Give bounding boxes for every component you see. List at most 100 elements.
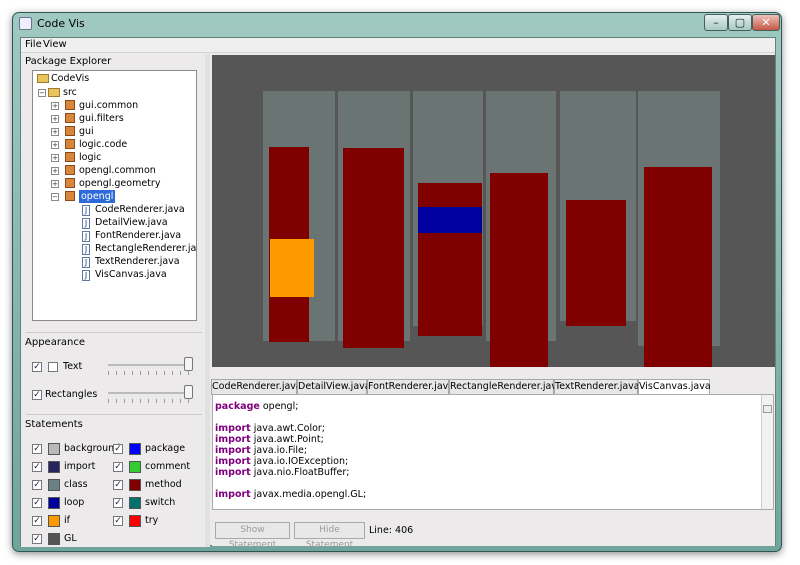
package-icon: [65, 113, 75, 123]
tree-package[interactable]: opengl.geometry: [79, 177, 160, 190]
tab-detailview[interactable]: DetailView.java: [297, 379, 371, 395]
tree-project[interactable]: CodeVis: [51, 72, 89, 85]
comment-checkbox[interactable]: ✓: [113, 462, 123, 472]
tree-package[interactable]: gui.filters: [79, 112, 124, 125]
gl-color-swatch[interactable]: [48, 533, 60, 545]
package-icon: [65, 178, 75, 188]
java-file-icon: J: [82, 270, 90, 281]
minimize-button[interactable]: –: [704, 14, 728, 31]
tree-file[interactable]: VisCanvas.java: [95, 268, 167, 281]
statement-package-label: package: [145, 443, 186, 454]
package-icon: [65, 126, 75, 136]
rectangles-visible-checkbox[interactable]: ✓: [32, 390, 42, 400]
switch-checkbox[interactable]: ✓: [113, 498, 123, 508]
tree-file[interactable]: FontRenderer.java: [95, 229, 181, 242]
rectangles-opacity-slider[interactable]: [108, 385, 194, 403]
if-block[interactable]: [270, 239, 314, 297]
method-block[interactable]: [343, 148, 404, 348]
method-checkbox[interactable]: ✓: [113, 480, 123, 490]
package-tree[interactable]: CodeVis − src + gui.common + gui.filters +…: [32, 70, 197, 321]
loop-checkbox[interactable]: ✓: [32, 498, 42, 508]
gl-checkbox[interactable]: ✓: [32, 534, 42, 544]
maximize-button[interactable]: ▢: [728, 14, 752, 31]
hide-statement-button[interactable]: Hide Statement: [294, 522, 365, 550]
source-folder-icon: [48, 88, 60, 97]
tab-coderenderer[interactable]: CodeRenderer.java: [211, 379, 302, 395]
expand-icon[interactable]: +: [51, 180, 59, 188]
vertical-splitter[interactable]: [205, 54, 210, 547]
java-file-icon: J: [82, 244, 90, 255]
window-title: Code Vis: [37, 17, 85, 30]
text-opacity-slider[interactable]: [108, 357, 194, 375]
collapse-icon[interactable]: −: [51, 193, 59, 201]
if-color-swatch[interactable]: [48, 515, 60, 527]
vertical-scrollbar[interactable]: [761, 395, 773, 509]
method-block[interactable]: [644, 167, 712, 367]
divider: [26, 414, 202, 415]
tab-rectanglerenderer[interactable]: RectangleRenderer.java: [449, 379, 563, 395]
application-window: Code Vis – ▢ ✕ File View Package Explore…: [12, 12, 782, 552]
tree-package[interactable]: logic.code: [79, 138, 127, 151]
comment-color-swatch[interactable]: [129, 461, 141, 473]
text-label: Text: [63, 361, 83, 372]
tree-package[interactable]: logic: [79, 151, 101, 164]
tree-file[interactable]: DetailView.java: [95, 216, 168, 229]
tree-file[interactable]: TextRenderer.java: [95, 255, 180, 268]
if-checkbox[interactable]: ✓: [32, 516, 42, 526]
java-file-icon: J: [82, 257, 90, 268]
tree-file[interactable]: CodeRenderer.java: [95, 203, 185, 216]
import-color-swatch[interactable]: [48, 461, 60, 473]
tree-package[interactable]: opengl.common: [79, 164, 156, 177]
class-checkbox[interactable]: ✓: [32, 480, 42, 490]
expand-icon[interactable]: +: [51, 128, 59, 136]
left-panel: Package Explorer CodeVis − src + gui.comm…: [21, 54, 205, 547]
tree-package-selected[interactable]: opengl: [79, 190, 116, 203]
loop-color-swatch[interactable]: [48, 497, 60, 509]
tree-package[interactable]: gui.common: [79, 99, 138, 112]
background-checkbox[interactable]: ✓: [32, 444, 42, 454]
expand-icon[interactable]: +: [51, 167, 59, 175]
source-code-view[interactable]: package opengl; import java.awt.Color; i…: [212, 394, 774, 510]
collapse-icon[interactable]: −: [38, 89, 46, 97]
appearance-title: Appearance: [25, 337, 86, 348]
method-block[interactable]: [418, 183, 482, 336]
text-visible-checkbox[interactable]: ✓: [32, 362, 42, 372]
tab-textrenderer[interactable]: TextRenderer.java: [554, 379, 640, 395]
keyword-token: import: [215, 467, 251, 478]
rectangles-label: Rectangles: [45, 389, 98, 400]
tree-package[interactable]: gui: [79, 125, 94, 138]
scrollbar-thumb[interactable]: [763, 405, 772, 413]
expand-icon[interactable]: +: [51, 102, 59, 110]
menu-view[interactable]: View: [43, 39, 67, 50]
menu-file[interactable]: File: [25, 39, 42, 50]
package-color-swatch[interactable]: [129, 443, 141, 455]
close-button[interactable]: ✕: [752, 14, 780, 31]
show-statement-button[interactable]: Show Statement: [215, 522, 290, 550]
method-block[interactable]: [490, 173, 548, 367]
menu-bar: File View: [21, 38, 775, 53]
expand-icon[interactable]: +: [51, 141, 59, 149]
text-option-checkbox[interactable]: [48, 362, 58, 372]
method-block[interactable]: [566, 200, 626, 326]
expand-icon[interactable]: +: [51, 154, 59, 162]
package-icon: [65, 139, 75, 149]
expand-icon[interactable]: +: [51, 115, 59, 123]
class-color-swatch[interactable]: [48, 479, 60, 491]
loop-block[interactable]: [418, 207, 482, 233]
import-checkbox[interactable]: ✓: [32, 462, 42, 472]
tree-src[interactable]: src: [63, 86, 77, 99]
java-file-icon: J: [82, 218, 90, 229]
code-visualization-canvas[interactable]: [212, 55, 775, 367]
keyword-token: import: [215, 489, 251, 500]
try-checkbox[interactable]: ✓: [113, 516, 123, 526]
line-number-label: Line: 406: [369, 525, 414, 536]
method-color-swatch[interactable]: [129, 479, 141, 491]
switch-color-swatch[interactable]: [129, 497, 141, 509]
package-checkbox[interactable]: ✓: [113, 444, 123, 454]
tab-fontrenderer[interactable]: FontRenderer.java: [367, 379, 454, 395]
tab-viscanvas-active[interactable]: VisCanvas.java: [638, 379, 711, 395]
background-color-swatch[interactable]: [48, 443, 60, 455]
keyword-token: import: [215, 445, 251, 456]
try-color-swatch[interactable]: [129, 515, 141, 527]
tree-file[interactable]: RectangleRenderer.java: [95, 242, 196, 255]
